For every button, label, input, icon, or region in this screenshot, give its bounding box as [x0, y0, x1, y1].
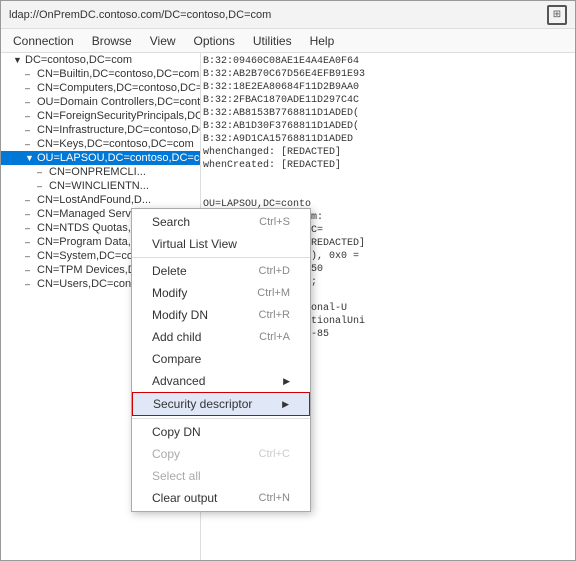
- menu-help[interactable]: Help: [302, 32, 343, 50]
- main-content: ▼ DC=contoso,DC=com – CN=Builtin,DC=cont…: [1, 53, 575, 560]
- leaf-icon: –: [25, 125, 35, 135]
- ctx-search-label: Search: [152, 215, 190, 229]
- tree-label: CN=Infrastructure,DC=contoso,DC=com: [37, 124, 200, 136]
- ctx-advanced-label: Advanced: [152, 374, 205, 388]
- leaf-icon: –: [25, 97, 35, 107]
- ctx-copy[interactable]: Copy Ctrl+C: [132, 443, 310, 465]
- tree-item[interactable]: – OU=Domain Controllers,DC=contoso,DC=co…: [1, 95, 200, 109]
- leaf-icon: –: [25, 251, 35, 261]
- tree-label: CN=Keys,DC=contoso,DC=com: [37, 138, 194, 150]
- tree-label: OU=Domain Controllers,DC=contoso,DC=com: [37, 96, 200, 108]
- menu-bar: Connection Browse View Options Utilities…: [1, 29, 575, 53]
- tree-label: CN=Computers,DC=contoso,DC=com: [37, 82, 200, 94]
- title-bar: ldap://OnPremDC.contoso.com/DC=contoso,D…: [1, 1, 575, 29]
- ctx-delete-label: Delete: [152, 264, 187, 278]
- ctx-clear-output[interactable]: Clear output Ctrl+N: [132, 487, 310, 509]
- ctx-copy-shortcut: Ctrl+C: [259, 448, 290, 460]
- leaf-icon: –: [25, 265, 35, 275]
- tree-label: CN=ForeignSecurityPrincipals,DC=contoso,…: [37, 110, 200, 122]
- leaf-icon: –: [25, 195, 35, 205]
- ctx-modify-shortcut: Ctrl+M: [257, 287, 290, 299]
- tree-item[interactable]: – CN=Infrastructure,DC=contoso,DC=com: [1, 123, 200, 137]
- main-window: ldap://OnPremDC.contoso.com/DC=contoso,D…: [0, 0, 576, 561]
- ctx-compare-label: Compare: [152, 352, 201, 366]
- window-title: ldap://OnPremDC.contoso.com/DC=contoso,D…: [9, 9, 547, 21]
- tree-label: CN=ONPREMCLI...: [49, 166, 146, 178]
- ctx-modify-dn-label: Modify DN: [152, 308, 208, 322]
- ctx-select-all-label: Select all: [152, 469, 201, 483]
- leaf-icon: –: [25, 69, 35, 79]
- leaf-icon: –: [25, 139, 35, 149]
- tree-item[interactable]: – CN=ForeignSecurityPrincipals,DC=contos…: [1, 109, 200, 123]
- ctx-add-child-shortcut: Ctrl+A: [259, 331, 290, 343]
- ctx-search[interactable]: Search Ctrl+S: [132, 211, 310, 233]
- ctx-add-child-label: Add child: [152, 330, 201, 344]
- ctx-add-child[interactable]: Add child Ctrl+A: [132, 326, 310, 348]
- menu-connection[interactable]: Connection: [5, 32, 82, 50]
- ctx-clear-output-label: Clear output: [152, 491, 217, 505]
- tree-item[interactable]: – CN=WINCLIENTN...: [1, 179, 200, 193]
- ctx-clear-output-shortcut: Ctrl+N: [259, 492, 290, 504]
- leaf-icon: –: [25, 83, 35, 93]
- tree-root-label: DC=contoso,DC=com: [25, 54, 132, 66]
- tree-item[interactable]: – CN=Computers,DC=contoso,DC=com: [1, 81, 200, 95]
- ctx-modify-dn-shortcut: Ctrl+R: [259, 309, 290, 321]
- ctx-security-descriptor-label: Security descriptor: [153, 397, 252, 411]
- tree-root[interactable]: ▼ DC=contoso,DC=com: [1, 53, 200, 67]
- ctx-advanced[interactable]: Advanced: [132, 370, 310, 392]
- expand-icon: ▼: [25, 153, 35, 163]
- ctx-select-all[interactable]: Select all: [132, 465, 310, 487]
- tree-item-selected[interactable]: ▼ OU=LAPSOU,DC=contoso,DC=com: [1, 151, 200, 165]
- tree-item[interactable]: – CN=ONPREMCLI...: [1, 165, 200, 179]
- ctx-modify-label: Modify: [152, 286, 187, 300]
- ctx-search-shortcut: Ctrl+S: [259, 216, 290, 228]
- leaf-icon: –: [37, 181, 47, 191]
- tree-item[interactable]: – CN=Builtin,DC=contoso,DC=com: [1, 67, 200, 81]
- ctx-delete[interactable]: Delete Ctrl+D: [132, 260, 310, 282]
- tree-label: OU=LAPSOU,DC=contoso,DC=com: [37, 152, 200, 164]
- expand-icon: ▼: [13, 55, 23, 65]
- ctx-copy-dn-label: Copy DN: [152, 425, 201, 439]
- leaf-icon: –: [25, 223, 35, 233]
- leaf-icon: –: [37, 167, 47, 177]
- tree-label: CN=Builtin,DC=contoso,DC=com: [37, 68, 199, 80]
- leaf-icon: –: [25, 111, 35, 121]
- leaf-icon: –: [25, 237, 35, 247]
- screenshot-icon[interactable]: ⊞: [547, 5, 567, 25]
- leaf-icon: –: [25, 279, 35, 289]
- ctx-separator-2: [132, 418, 310, 419]
- tree-item[interactable]: – CN=LostAndFound,D...: [1, 193, 200, 207]
- ctx-delete-shortcut: Ctrl+D: [259, 265, 290, 277]
- menu-options[interactable]: Options: [186, 32, 243, 50]
- context-menu: Search Ctrl+S Virtual List View Delete C…: [131, 208, 311, 512]
- ctx-copy-label: Copy: [152, 447, 180, 461]
- ctx-copy-dn[interactable]: Copy DN: [132, 421, 310, 443]
- ctx-vlv-label: Virtual List View: [152, 237, 237, 251]
- tree-item[interactable]: – CN=Keys,DC=contoso,DC=com: [1, 137, 200, 151]
- menu-view[interactable]: View: [142, 32, 184, 50]
- leaf-icon: –: [25, 209, 35, 219]
- tree-label: CN=LostAndFound,D...: [37, 194, 151, 206]
- ctx-security-descriptor[interactable]: Security descriptor: [132, 392, 310, 416]
- tree-label: CN=WINCLIENTN...: [49, 180, 149, 192]
- ctx-separator-1: [132, 257, 310, 258]
- ctx-virtual-list-view[interactable]: Virtual List View: [132, 233, 310, 255]
- ctx-modify-dn[interactable]: Modify DN Ctrl+R: [132, 304, 310, 326]
- ctx-modify[interactable]: Modify Ctrl+M: [132, 282, 310, 304]
- menu-browse[interactable]: Browse: [84, 32, 140, 50]
- ctx-compare[interactable]: Compare: [132, 348, 310, 370]
- menu-utilities[interactable]: Utilities: [245, 32, 300, 50]
